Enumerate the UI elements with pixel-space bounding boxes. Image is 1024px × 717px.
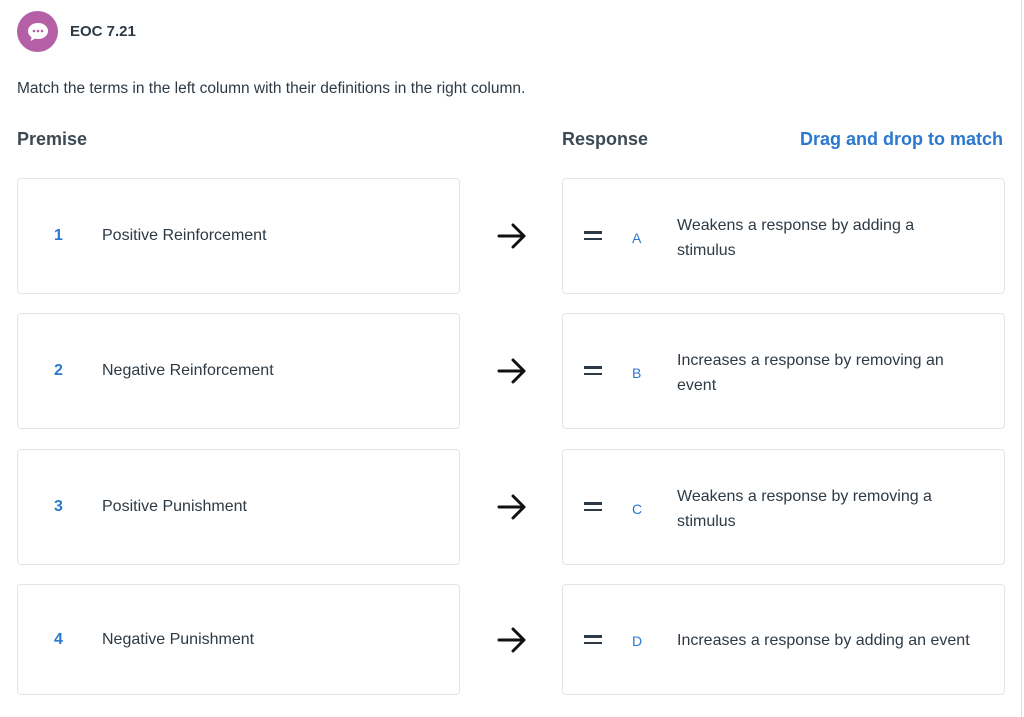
response-card[interactable]: B Increases a response by removing an ev… — [562, 313, 1005, 429]
match-row: 4 Negative Punishment D Increases a resp… — [0, 584, 1022, 695]
question-panel: EOC 7.21 Match the terms in the left col… — [0, 0, 1022, 717]
premise-number: 4 — [54, 630, 63, 648]
chat-bubble-icon — [17, 11, 58, 52]
premise-label: Negative Punishment — [102, 630, 255, 648]
response-column-heading: Response — [562, 129, 649, 149]
premise-number: 3 — [54, 498, 63, 515]
response-definition: Increases a response by removing an even… — [677, 352, 944, 394]
drag-drop-hint: Drag and drop to match — [799, 129, 1003, 149]
premise-label: Positive Reinforcement — [102, 227, 267, 244]
response-letter: A — [632, 230, 642, 246]
arrow-right-icon — [497, 494, 526, 520]
match-row: 1 Positive Reinforcement A Weakens a res… — [0, 178, 1022, 294]
response-definition: Increases a response by adding an event — [677, 632, 970, 649]
arrow-right-icon — [497, 223, 526, 249]
response-card[interactable]: D Increases a response by adding an even… — [562, 584, 1005, 695]
premise-number: 1 — [54, 227, 63, 244]
response-letter: B — [632, 365, 642, 381]
premise-number: 2 — [54, 362, 63, 379]
response-letter: D — [632, 633, 643, 649]
drag-handle-icon[interactable] — [584, 231, 602, 241]
premise-label: Negative Reinforcement — [102, 362, 274, 379]
premise-card: 2 Negative Reinforcement — [17, 313, 460, 429]
premise-column-heading: Premise — [17, 129, 88, 149]
drag-handle-icon[interactable] — [584, 635, 602, 645]
premise-label: Positive Punishment — [102, 498, 247, 515]
arrow-right-icon — [497, 627, 526, 653]
drag-handle-icon[interactable] — [584, 366, 602, 376]
response-card[interactable]: C Weakens a response by removing a stimu… — [562, 449, 1005, 565]
instructions-text: Match the terms in the left column with … — [17, 80, 526, 97]
match-row: 3 Positive Punishment C Weakens a respon… — [0, 449, 1022, 565]
match-row: 2 Negative Reinforcement B Increases a r… — [0, 313, 1022, 429]
response-letter: C — [632, 501, 643, 517]
response-definition: Weakens a response by adding a stimulus — [677, 217, 915, 259]
arrow-right-icon — [497, 358, 526, 384]
drag-handle-icon[interactable] — [584, 502, 602, 512]
response-definition: Weakens a response by removing a stimulu… — [677, 488, 932, 530]
premise-card: 1 Positive Reinforcement — [17, 178, 460, 294]
question-header: EOC 7.21 — [17, 11, 136, 52]
response-card[interactable]: A Weakens a response by adding a stimulu… — [562, 178, 1005, 294]
premise-card: 3 Positive Punishment — [17, 449, 460, 565]
premise-card: 4 Negative Punishment — [17, 584, 460, 695]
question-title: EOC 7.21 — [70, 23, 136, 40]
